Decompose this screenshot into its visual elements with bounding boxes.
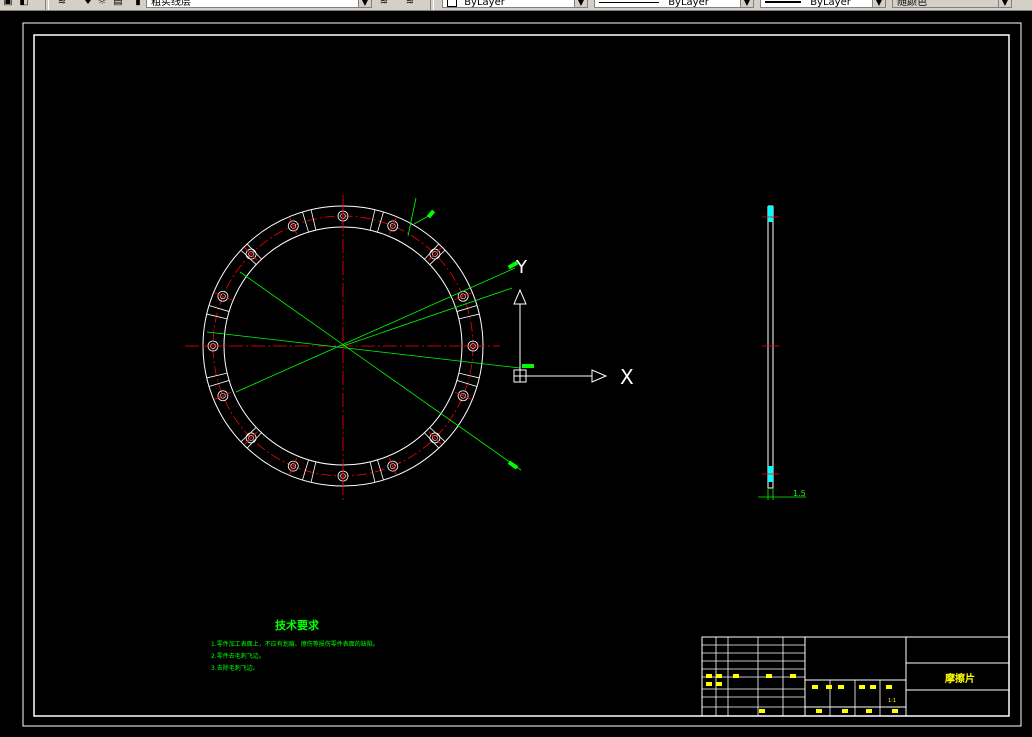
hole-section-top [768, 206, 773, 222]
chevron-down-icon[interactable]: ▼ [574, 0, 587, 7]
tech-requirement-item: 1.零件加工表面上，不应有划痕、擦伤等损伤零件表面的缺陷。 [211, 640, 379, 648]
layer-dropdown[interactable]: 粗实线层 ▼ [146, 0, 372, 8]
dimension-line [239, 271, 522, 471]
toolbar-separator [430, 0, 434, 10]
segment-groove [302, 459, 309, 481]
linetype-sample [599, 1, 659, 3]
title-block-cell-text [733, 674, 739, 678]
title-block-cell-text [870, 685, 876, 689]
layer-color-icon[interactable]: ▮ [132, 0, 144, 8]
dimension-line [235, 267, 516, 393]
plotstyle-dropdown-value: 随颜色 [897, 0, 927, 8]
tech-requirement-item: 2.零件去毛刺飞边。 [211, 652, 265, 660]
layer-dropdown-value: 粗实线层 [151, 0, 191, 8]
dimension-line [407, 197, 417, 237]
linetype-dropdown-value: ByLayer [668, 0, 709, 8]
title-block-cell-text [842, 709, 848, 713]
color-swatch [447, 0, 457, 7]
title-block-cell-text [816, 709, 822, 713]
chevron-down-icon[interactable]: ▼ [998, 0, 1011, 7]
chevron-down-icon[interactable]: ▼ [740, 0, 753, 7]
dimension-text [507, 460, 519, 470]
sun-icon[interactable]: ☼ [96, 0, 108, 8]
dimension-text [426, 209, 436, 219]
window-icon[interactable]: ▣ [2, 0, 14, 8]
lineweight-sample [765, 1, 801, 3]
layers-icon[interactable]: ≋ [56, 0, 68, 8]
ucs-axis-icon: X Y [513, 257, 634, 389]
scale-value: 1:1 [888, 698, 896, 704]
title-block-cell-text [892, 709, 898, 713]
technical-requirements: 技术要求 1.零件加工表面上，不应有划痕、擦伤等损伤零件表面的缺陷。 2.零件去… [211, 618, 379, 672]
linetype-dropdown[interactable]: ByLayer ▼ [594, 0, 754, 8]
side-view-plate: 1.5 [758, 205, 806, 500]
title-block-cell-text [716, 674, 722, 678]
part-name: 摩擦片 [945, 672, 975, 685]
title-block-cell-text [812, 685, 818, 689]
lineweight-dropdown[interactable]: ByLayer ▼ [760, 0, 886, 8]
outer-frame [22, 22, 1022, 727]
tech-requirements-title: 技术要求 [275, 618, 320, 632]
chevron-down-icon[interactable]: ▼ [358, 0, 371, 7]
title-block-cell-text [790, 674, 796, 678]
toolbar-separator [45, 0, 49, 10]
ucs-y-arrow [513, 288, 527, 305]
title-block-cell-text [716, 682, 722, 686]
ucs-x-label: X [620, 365, 634, 389]
title-block-cell-text [826, 685, 832, 689]
color-dropdown-value: ByLayer [464, 0, 505, 8]
ucs-y-label: Y [515, 257, 528, 278]
lightbulb-icon[interactable]: ♦ [82, 0, 94, 8]
title-block-cell-text [706, 682, 712, 686]
layer-previous-icon[interactable]: ≋ [404, 0, 416, 8]
tech-requirement-item: 3.去除毛刺飞边。 [211, 664, 259, 672]
thickness-dimension-text: 1.5 [793, 489, 806, 498]
title-block-cell-text [886, 685, 892, 689]
layer-manager-icon[interactable]: ◧ [18, 0, 30, 8]
chevron-down-icon[interactable]: ▼ [872, 0, 885, 7]
segment-groove [206, 372, 228, 379]
title-block-cell-text [766, 674, 772, 678]
segment-groove [458, 313, 480, 320]
lineweight-dropdown-value: ByLayer [810, 0, 851, 8]
properties-toolbar: ▣ ◧ ≋ ♦ ☼ ▤ ▮ 粗实线层 ▼ ≋ ≋ ByLayer ▼ ByLay… [0, 0, 1032, 11]
ucs-x-arrow [591, 369, 608, 383]
title-block-cell-text [706, 674, 712, 678]
segment-groove [208, 305, 230, 312]
front-view-ring [185, 195, 534, 500]
title-block: 摩擦片 1:1 [701, 636, 1010, 717]
drawing-canvas[interactable]: X Y 1.5 技术要求 1.零件加工表面上，不应有划痕、擦伤等损伤零件表面的缺… [0, 11, 1032, 737]
title-block-cell-text [838, 685, 844, 689]
lock-icon[interactable]: ▤ [112, 0, 124, 8]
title-block-cell-text [759, 709, 765, 713]
dimension-line [342, 287, 513, 347]
make-current-icon[interactable]: ≋ [378, 0, 390, 8]
dimension-text [522, 364, 534, 368]
title-block-cell-text [859, 685, 865, 689]
plotstyle-dropdown[interactable]: 随颜色 ▼ [892, 0, 1012, 8]
title-block-cell-text [866, 709, 872, 713]
segment-groove [369, 461, 376, 483]
color-dropdown[interactable]: ByLayer ▼ [442, 0, 588, 8]
